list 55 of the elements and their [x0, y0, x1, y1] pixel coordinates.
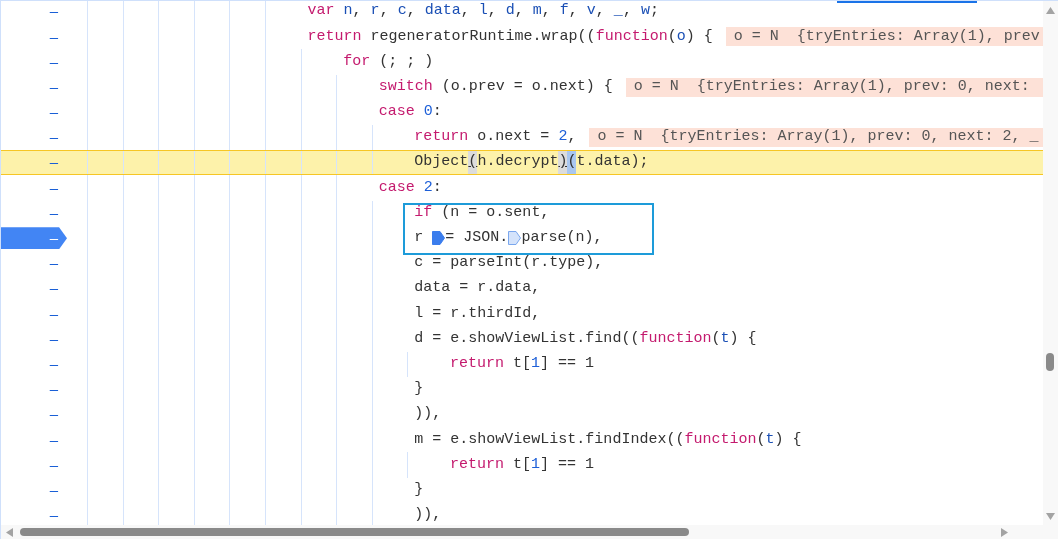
- code-line: return o.next = 2,: [414, 127, 577, 148]
- line-number[interactable]: –: [1, 101, 67, 124]
- line-number[interactable]: –: [1, 353, 67, 376]
- code-line: return t[1] == 1: [449, 454, 594, 475]
- line-number[interactable]: –: [1, 302, 67, 325]
- inline-breakpoint-icon[interactable]: [508, 231, 522, 246]
- line-number[interactable]: –: [1, 479, 67, 502]
- scroll-left-icon[interactable]: [6, 528, 13, 537]
- code-line: d = e.showViewList.find((function(t) {: [414, 328, 757, 349]
- inline-value: o = N {tryEntries: Array(1), prev: [725, 27, 1044, 47]
- code-line: return t[1] == 1: [449, 353, 594, 374]
- line-number[interactable]: –: [1, 453, 67, 476]
- line-number[interactable]: –: [1, 76, 67, 99]
- code-line: switch (o.prev = o.next) {: [378, 76, 613, 97]
- line-number[interactable]: –: [1, 428, 67, 451]
- code-line: case 2:: [378, 177, 442, 198]
- scroll-down-icon[interactable]: [1046, 513, 1055, 520]
- code-line: }: [414, 479, 424, 500]
- inline-value: o = N {tryEntries: Array(1), prev: 0, next: 2, _: [589, 128, 1044, 148]
- line-number[interactable]: –: [1, 277, 67, 300]
- code-line: m = e.showViewList.findIndex((function(t) {: [414, 429, 802, 450]
- code-line: Object(h.decrypt)(t.data);: [414, 151, 649, 174]
- line-number[interactable]: –: [1, 328, 67, 351]
- scroll-up-icon[interactable]: [1046, 7, 1055, 14]
- line-number[interactable]: –: [1, 378, 67, 401]
- scroll-right-icon[interactable]: [1001, 528, 1008, 537]
- scrollbar-thumb[interactable]: [1046, 353, 1054, 371]
- vertical-scrollbar[interactable]: [1043, 1, 1058, 526]
- code-line: case 0:: [378, 102, 442, 123]
- scrollbar-thumb[interactable]: [20, 528, 689, 536]
- line-number[interactable]: –: [1, 504, 67, 526]
- code-line: if (n = o.sent,: [414, 202, 550, 223]
- line-number[interactable]: –: [1, 25, 67, 48]
- code-line: return regeneratorRuntime.wrap((function(o) {: [307, 26, 713, 47]
- line-number[interactable]: –: [1, 1, 67, 23]
- code-line: }: [414, 379, 424, 400]
- inline-breakpoint-icon[interactable]: [432, 231, 446, 246]
- code-line: )),: [414, 505, 442, 526]
- code-line: r = JSON. parse(n),: [414, 228, 603, 249]
- breakpoint-marker[interactable]: –: [1, 227, 67, 250]
- line-number[interactable]: –: [1, 202, 67, 225]
- code-line: for (; ; ): [343, 51, 434, 72]
- inline-value: o = N {tryEntries: Array(1), prev: 0, next:: [625, 77, 1044, 97]
- line-number[interactable]: –: [1, 403, 67, 426]
- code-line: c = parseInt(r.type),: [414, 253, 604, 274]
- line-number[interactable]: –: [1, 126, 67, 149]
- code-line: l = r.thirdId,: [414, 303, 541, 324]
- line-number[interactable]: –: [1, 176, 67, 199]
- line-number[interactable]: –: [1, 50, 67, 73]
- line-number[interactable]: –: [1, 252, 67, 275]
- horizontal-scrollbar[interactable]: [1, 525, 1058, 539]
- line-number[interactable]: –: [1, 151, 67, 174]
- code-line: data = r.data,: [414, 278, 541, 299]
- code-line: var n, r, c, data, l, d, m, f, v, _, w;: [307, 1, 659, 22]
- code-line: )),: [414, 404, 442, 425]
